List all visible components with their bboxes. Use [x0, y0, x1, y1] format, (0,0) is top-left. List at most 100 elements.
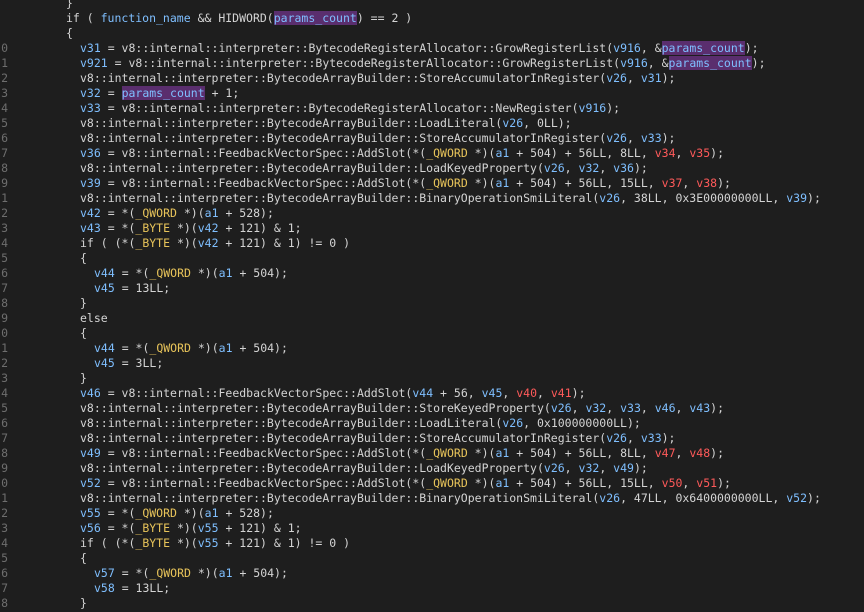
variable-token[interactable]: v26 — [599, 491, 620, 505]
code-line[interactable]: 6 v57 = *(_QWORD *)(a1 + 504); — [0, 566, 864, 581]
variable-token[interactable]: v26 — [544, 461, 565, 475]
variable-token[interactable]: v36 — [80, 146, 101, 160]
variable-token[interactable]: v35 — [689, 146, 710, 160]
variable-token[interactable]: v32 — [579, 461, 600, 475]
variable-token[interactable]: v32 — [80, 86, 101, 100]
type-token[interactable]: _BYTE — [135, 221, 170, 235]
variable-token[interactable]: v42 — [198, 236, 219, 250]
code-line[interactable]: 7 v58 = 13LL; — [0, 581, 864, 596]
variable-token[interactable]: v26 — [606, 431, 627, 445]
variable-token[interactable]: a1 — [205, 506, 219, 520]
type-token[interactable]: _QWORD — [426, 176, 468, 190]
code-line[interactable]: 3 v32 = params_count + 1; — [0, 86, 864, 101]
highlighted-variable-token[interactable]: params_count — [121, 86, 205, 100]
variable-token[interactable]: v46 — [80, 386, 101, 400]
variable-token[interactable]: v26 — [502, 416, 523, 430]
code-line[interactable]: 9 v39 = v8::internal::FeedbackVectorSpec:… — [0, 176, 864, 191]
variable-token[interactable]: v26 — [551, 401, 572, 415]
type-token[interactable]: _QWORD — [149, 566, 191, 580]
code-line[interactable]: 7 v45 = 13LL; — [0, 281, 864, 296]
variable-token[interactable]: v42 — [80, 206, 101, 220]
variable-token[interactable]: a1 — [219, 341, 233, 355]
code-line[interactable]: 3 v56 = *(_BYTE *)(v55 + 121) & 1; — [0, 521, 864, 536]
variable-token[interactable]: v38 — [696, 176, 717, 190]
code-line[interactable]: 8} — [0, 296, 864, 311]
code-line[interactable]: 2 v45 = 3LL; — [0, 356, 864, 371]
code-line[interactable]: } — [0, 0, 864, 11]
variable-token[interactable]: v39 — [80, 176, 101, 190]
highlighted-variable-token[interactable]: params_count — [273, 11, 357, 25]
code-line[interactable]: 8 v49 = v8::internal::FeedbackVectorSpec:… — [0, 446, 864, 461]
code-line[interactable]: 0 v31 = v8::internal::interpreter::Byteco… — [0, 41, 864, 56]
variable-token[interactable]: v52 — [786, 491, 807, 505]
code-line[interactable]: 7 v8::internal::interpreter::BytecodeArra… — [0, 431, 864, 446]
variable-token[interactable]: v55 — [198, 521, 219, 535]
code-line[interactable]: 5 v8::internal::interpreter::BytecodeArra… — [0, 401, 864, 416]
variable-token[interactable]: v44 — [412, 386, 433, 400]
type-token[interactable]: _QWORD — [426, 476, 468, 490]
variable-token[interactable]: v34 — [655, 146, 676, 160]
code-line[interactable]: 5{ — [0, 251, 864, 266]
variable-token[interactable]: v31 — [80, 41, 101, 55]
variable-token[interactable]: v52 — [80, 476, 101, 490]
code-line[interactable]: 2 v55 = *(_QWORD *)(a1 + 528); — [0, 506, 864, 521]
variable-token[interactable]: a1 — [205, 206, 219, 220]
code-line[interactable]: 4 if ( (*(_BYTE *)(v42 + 121) & 1) != 0 ) — [0, 236, 864, 251]
variable-token[interactable]: v49 — [80, 446, 101, 460]
code-line[interactable]: 8 v8::internal::interpreter::BytecodeArra… — [0, 161, 864, 176]
variable-token[interactable]: v50 — [662, 476, 683, 490]
variable-token[interactable]: v37 — [662, 176, 683, 190]
variable-token[interactable]: v43 — [80, 221, 101, 235]
code-line[interactable]: 0 v52 = v8::internal::FeedbackVectorSpec:… — [0, 476, 864, 491]
variable-token[interactable]: v55 — [80, 506, 101, 520]
code-line[interactable]: 1 v8::internal::interpreter::BytecodeArra… — [0, 491, 864, 506]
variable-token[interactable]: v26 — [599, 191, 620, 205]
variable-token[interactable]: v55 — [198, 536, 219, 550]
variable-token[interactable]: a1 — [495, 476, 509, 490]
variable-token[interactable]: v45 — [94, 281, 115, 295]
variable-token[interactable]: v49 — [613, 461, 634, 475]
variable-token[interactable]: v40 — [516, 386, 537, 400]
type-token[interactable]: _QWORD — [135, 206, 177, 220]
variable-token[interactable]: a1 — [495, 176, 509, 190]
code-line[interactable]: 4 v33 = v8::internal::interpreter::Byteco… — [0, 101, 864, 116]
variable-token[interactable]: v26 — [502, 116, 523, 130]
code-line[interactable]: { — [0, 26, 864, 41]
variable-token[interactable]: v33 — [641, 131, 662, 145]
variable-token[interactable]: v921 — [80, 56, 108, 70]
type-token[interactable]: _BYTE — [135, 236, 170, 250]
type-token[interactable]: _QWORD — [426, 146, 468, 160]
variable-token[interactable]: v39 — [786, 191, 807, 205]
type-token[interactable]: _QWORD — [135, 506, 177, 520]
code-line[interactable]: 8} — [0, 596, 864, 611]
variable-token[interactable]: v32 — [579, 161, 600, 175]
variable-token[interactable]: v26 — [544, 161, 565, 175]
code-line[interactable]: 4 if ( (*(_BYTE *)(v55 + 121) & 1) != 0 ) — [0, 536, 864, 551]
variable-token[interactable]: v916 — [613, 41, 641, 55]
variable-token[interactable]: a1 — [219, 266, 233, 280]
type-token[interactable]: _QWORD — [426, 446, 468, 460]
code-line[interactable]: 7 v36 = v8::internal::FeedbackVectorSpec:… — [0, 146, 864, 161]
variable-token[interactable]: v56 — [80, 521, 101, 535]
highlighted-variable-token[interactable]: params_count — [661, 41, 745, 55]
type-token[interactable]: _BYTE — [135, 521, 170, 535]
variable-token[interactable]: v32 — [585, 401, 606, 415]
variable-token[interactable]: v58 — [94, 581, 115, 595]
code-line[interactable]: 1 v8::internal::interpreter::BytecodeArra… — [0, 191, 864, 206]
variable-token[interactable]: v41 — [551, 386, 572, 400]
code-line[interactable]: 0{ — [0, 326, 864, 341]
variable-token[interactable]: v916 — [579, 101, 607, 115]
variable-token[interactable]: v36 — [613, 161, 634, 175]
variable-token[interactable]: v45 — [94, 356, 115, 370]
variable-token[interactable]: v57 — [94, 566, 115, 580]
variable-token[interactable]: v43 — [689, 401, 710, 415]
code-line[interactable]: 6 v8::internal::interpreter::BytecodeArra… — [0, 131, 864, 146]
code-line[interactable]: 5 v8::internal::interpreter::BytecodeArra… — [0, 116, 864, 131]
variable-token[interactable]: v45 — [482, 386, 503, 400]
code-line[interactable]: 9 v8::internal::interpreter::BytecodeArra… — [0, 461, 864, 476]
code-line[interactable]: 1 v921 = v8::internal::interpreter::Bytec… — [0, 56, 864, 71]
variable-token[interactable]: v42 — [198, 221, 219, 235]
code-line[interactable]: 9 else — [0, 311, 864, 326]
code-line[interactable]: 2 v42 = *(_QWORD *)(a1 + 528); — [0, 206, 864, 221]
variable-token[interactable]: v46 — [655, 401, 676, 415]
